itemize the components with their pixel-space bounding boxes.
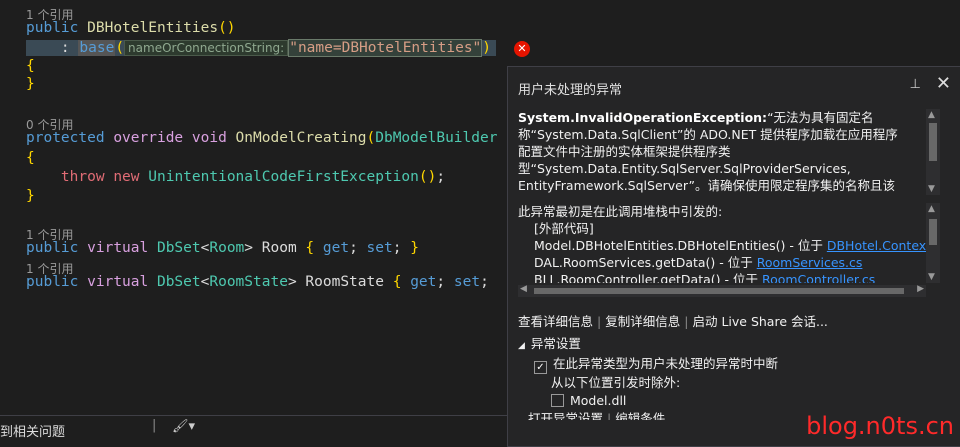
scroll-down-icon[interactable]: ▼ [928,184,935,194]
parameter-hint: nameOrConnectionString: [124,40,289,56]
keyword: public [26,274,79,290]
stack-header: 此异常最初是在此调用堆栈中引发的: [518,204,723,219]
exception-helper-popup: 用户未处理的异常 ⊥ ✕ System.InvalidOperationExce… [507,66,960,447]
parens: () [218,20,236,36]
stack-frame-link[interactable]: RoomController.cs [762,272,875,283]
scroll-up-icon[interactable]: ▲ [928,204,935,214]
scrollbar-thumb[interactable] [929,219,937,245]
brace-close: } [26,76,35,92]
stack-frame-text: Model.DBHotelEntities.DBHotelEntities() … [534,238,827,253]
stack-frame-text: BLL.RoomController.getData() - 位于 [534,272,762,283]
code-line-throw: throw new UnintentionalCodeFirstExceptio… [60,169,446,185]
property-name: Room [261,240,297,256]
related-issues-text[interactable]: 到相关问题 [0,421,65,440]
dll-option[interactable]: Model.dll [518,392,778,410]
view-details-link[interactable]: 查看详细信息 [518,314,593,329]
type-name: DbSet [156,274,201,290]
colon: : [26,40,79,56]
stack-external: [外部代码] [534,221,594,236]
keyword: get [322,240,350,256]
settings-header-label: 异常设置 [530,336,581,351]
scrollbar-thumb[interactable] [929,123,937,161]
property-name: RoomState [305,274,384,290]
code-line-ctor: public DBHotelEntities() [26,20,236,36]
keyword: set [366,240,393,256]
keyword: override [113,130,184,146]
call-stack: 此异常最初是在此调用堆栈中引发的: [外部代码] Model.DBHotelEn… [518,203,926,283]
dll-option-label: Model.dll [570,393,627,408]
scrollbar-thumb[interactable] [534,288,904,294]
type-name: RoomState [209,274,288,290]
type-name: Room [209,240,245,256]
type-name: DbSet [156,240,201,256]
watermark: blog.n0ts.cn [806,412,954,440]
dll-checkbox[interactable] [551,394,564,407]
message-line: 称“System.Data.SqlClient”的 ADO.NET 提供程序加载… [518,127,898,142]
base-keyword: base [78,40,116,56]
keyword: virtual [87,274,149,290]
scroll-up-icon[interactable]: ▲ [928,110,935,120]
brush-icon[interactable]: 🖌▾ [172,419,195,434]
keyword: public [26,20,79,36]
message-line: EntityFramework.SqlServer”。请确保使用限定程序集的名称… [518,178,895,193]
separator: | [152,418,157,433]
settings-footer: 打开异常设置 | 编辑条件 [518,410,778,420]
argument-string: "name=DBHotelEntities" [288,39,483,57]
stack-frame-link[interactable]: RoomServices.cs [757,255,863,270]
code-line-roomstate: public virtual DbSet<RoomState> RoomStat… [26,274,489,290]
type-name: DbModelBuilder [375,130,498,146]
code-line-room: public virtual DbSet<Room> Room { get; s… [26,240,419,256]
settings-header[interactable]: ◢ 异常设置 [518,335,778,355]
method-name: OnModelCreating [235,130,367,146]
brace-close: } [26,188,35,204]
popup-actions: 查看详细信息 | 复制详细信息 | 启动 Live Share 会话... [518,314,828,329]
keyword: virtual [87,240,149,256]
stack-frame: DAL.RoomServices.getData() - 位于 RoomServ… [518,254,926,271]
brace-open: { [26,150,35,166]
keyword: get [410,274,437,290]
message-line: “无法为具有固定名 [767,110,874,125]
stack-frame-text: DAL.RoomServices.getData() - 位于 [534,255,757,270]
message-line: 配置文件中注册的实体框架提供程序类 [518,144,731,159]
open-exception-settings-link[interactable]: 打开异常设置 [528,411,603,420]
keyword: set [453,274,481,290]
stack-frame: Model.DBHotelEntities.DBHotelEntities() … [518,237,926,254]
copy-details-link[interactable]: 复制详细信息 [605,314,680,329]
pin-icon[interactable]: ⊥ [910,77,921,92]
keyword: void [191,130,227,146]
exception-settings: ◢ 异常设置 ✓ 在此异常类型为用户未处理的异常时中断 从以下位置引发时除外: Mo… [518,335,778,420]
keyword: protected [26,130,105,146]
break-option[interactable]: ✓ 在此异常类型为用户未处理的异常时中断 [518,355,778,374]
stack-frame-link[interactable]: DBHotel.Context.cs [827,238,926,253]
message-scrollbar[interactable]: ▲ ▼ [926,109,940,195]
scroll-down-icon[interactable]: ▼ [928,272,935,282]
scroll-left-icon[interactable]: ◀ [520,284,527,294]
popup-title: 用户未处理的异常 [518,83,623,98]
scroll-right-icon[interactable]: ▶ [917,284,924,294]
keyword: new [113,169,140,185]
ctor-name: DBHotelEntities [87,20,219,36]
code-line-onmodelcreating: protected override void OnModelCreating(… [26,130,498,146]
break-checkbox[interactable]: ✓ [534,361,547,374]
except-label: 从以下位置引发时除外: [551,375,681,390]
code-line-base: : base(nameOrConnectionString: "name=DBHo… [26,39,496,57]
brace-open: { [26,58,35,74]
exception-type: System.InvalidOperationException: [518,110,768,125]
break-option-label: 在此异常类型为用户未处理的异常时中断 [553,356,779,371]
collapse-triangle-icon[interactable]: ◢ [518,341,525,351]
keyword: throw [60,169,105,185]
bottom-bar: 到相关问题 | 🖌▾ [0,415,507,446]
stack-scrollbar[interactable]: ▲ ▼ [926,203,940,283]
close-icon[interactable]: ✕ [936,73,951,94]
stack-hscrollbar[interactable]: ◀ ▶ [518,284,926,297]
error-icon[interactable]: ✕ [514,41,530,57]
keyword: public [26,240,79,256]
live-share-link[interactable]: 启动 Live Share 会话... [692,314,827,329]
message-line: 型“System.Data.Entity.SqlServer.SqlProvid… [518,161,851,176]
type-name: UnintentionalCodeFirstException [148,169,419,185]
edit-conditions-link[interactable]: 编辑条件 [615,411,665,420]
exception-message: System.InvalidOperationException:“无法为具有固… [518,109,926,195]
stack-frame: BLL.RoomController.getData() - 位于 RoomCo… [518,271,926,283]
